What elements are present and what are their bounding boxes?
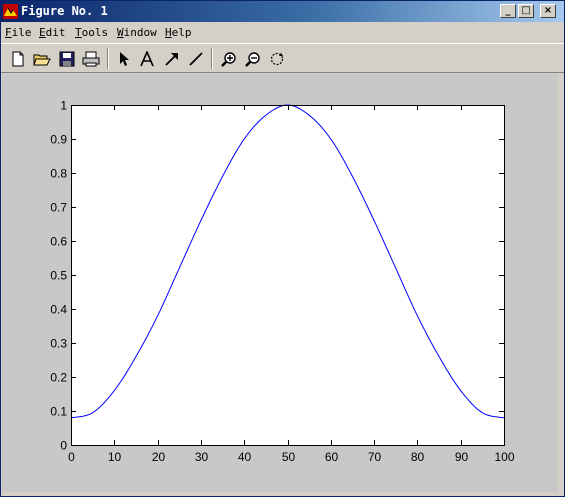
y-tick-label: 0.2 (50, 371, 67, 385)
minimize-button[interactable]: _ (500, 4, 516, 18)
x-tick-label: 20 (152, 450, 166, 464)
figure-canvas: 0 10 20 30 40 50 60 70 80 90 100 0 0.1 0.2 0.3 0.4 0.5 0.… (2, 74, 558, 492)
x-tick-label: 70 (368, 450, 382, 464)
y-tick-label: 0.8 (50, 167, 67, 181)
maximize-button[interactable]: □ (518, 4, 534, 18)
new-figure-icon[interactable] (7, 48, 29, 70)
y-tick-label: 0 (60, 439, 67, 453)
x-tick-label: 80 (411, 450, 425, 464)
x-tick-label: 40 (238, 450, 252, 464)
toolbar (1, 43, 564, 73)
toolbar-separator (211, 48, 213, 69)
window-title: Figure No. 1 (21, 4, 108, 18)
x-tick-label: 60 (325, 450, 339, 464)
x-tick-label: 10 (108, 450, 122, 464)
print-icon[interactable] (80, 48, 102, 70)
save-icon[interactable] (56, 48, 78, 70)
insert-line-icon[interactable] (185, 48, 207, 70)
menu-edit[interactable]: Edit (39, 26, 66, 39)
select-arrow-icon[interactable] (113, 48, 135, 70)
y-tick-label: 0.9 (50, 133, 67, 147)
menu-file[interactable]: File (5, 26, 32, 39)
menu-bar: File Edit Tools Window Help (1, 22, 564, 42)
x-tick-label: 50 (282, 450, 296, 464)
close-button[interactable]: × (540, 4, 556, 18)
y-tick-label: 0.5 (50, 269, 67, 283)
menu-tools[interactable]: Tools (75, 26, 108, 39)
matlab-logo-icon (3, 4, 18, 19)
line-plot: 0 10 20 30 40 50 60 70 80 90 100 0 0.1 0.2 0.3 0.4 0.5 0.… (50, 99, 515, 465)
y-tick-label: 0.7 (50, 201, 67, 215)
toolbar-separator (107, 48, 109, 69)
x-tick-label: 90 (455, 450, 469, 464)
insert-text-icon[interactable] (136, 48, 158, 70)
zoom-in-icon[interactable] (218, 48, 240, 70)
open-file-icon[interactable] (31, 48, 53, 70)
y-tick-label: 0.3 (50, 337, 67, 351)
insert-arrow-icon[interactable] (161, 48, 183, 70)
menu-help[interactable]: Help (165, 26, 192, 39)
figure-window: Figure No. 1 _ □ × File Edit Tools Windo… (0, 0, 565, 497)
y-tick-label: 0.1 (50, 405, 67, 419)
x-tick-label: 30 (195, 450, 209, 464)
title-bar[interactable]: Figure No. 1 _ □ × (1, 1, 564, 22)
axes-background (71, 105, 504, 445)
zoom-out-icon[interactable] (242, 48, 264, 70)
y-tick-label: 1 (60, 99, 67, 113)
y-tick-label: 0.6 (50, 235, 67, 249)
x-tick-label: 0 (68, 450, 75, 464)
menu-window[interactable]: Window (117, 26, 157, 39)
x-tick-label: 100 (494, 450, 514, 464)
window-edge (558, 74, 564, 492)
y-tick-label: 0.4 (50, 303, 67, 317)
rotate-3d-icon[interactable] (266, 48, 288, 70)
